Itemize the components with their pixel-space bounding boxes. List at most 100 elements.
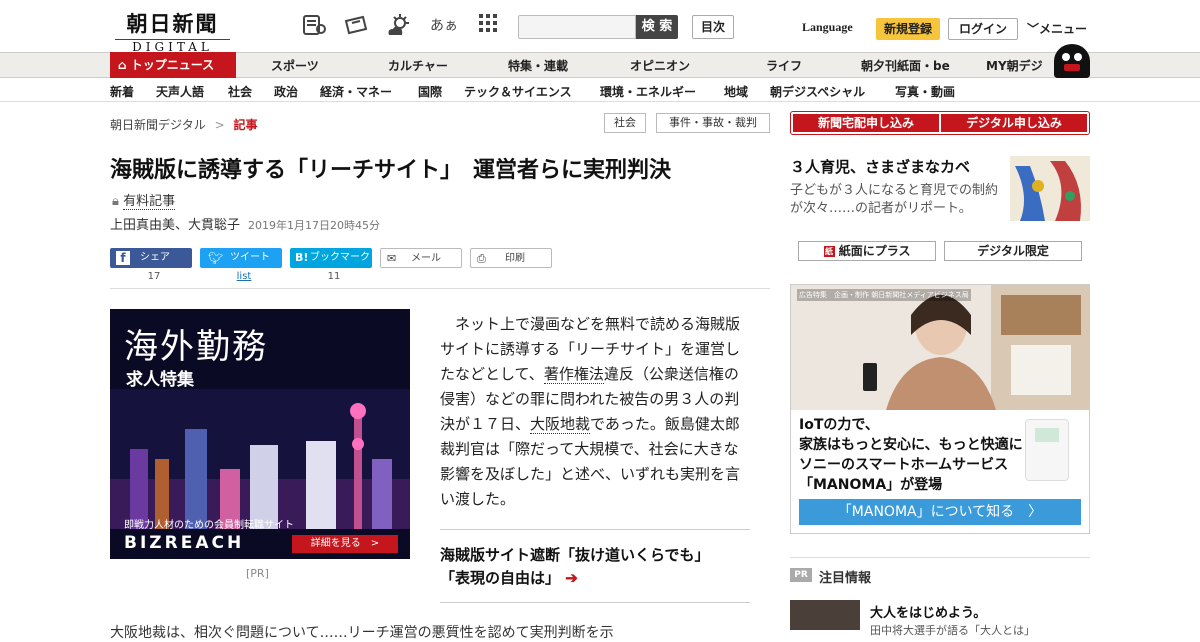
- nav-special[interactable]: 朝デジスペシャル: [770, 83, 865, 100]
- hatena-count: 11: [327, 271, 341, 282]
- twitter-share-label: ツイート: [230, 252, 270, 263]
- login-button[interactable]: ログイン: [948, 18, 1018, 40]
- ad-left-more-button[interactable]: 詳細を見る >: [292, 535, 398, 553]
- logo-jp: 朝日新聞: [126, 11, 219, 36]
- ad-left-brand: BIZREACH: [124, 533, 245, 553]
- mail-icon: ✉: [387, 252, 397, 265]
- byline: 上田真由美、大貫聡子 2019年1月17日20時45分: [110, 214, 380, 233]
- newspaper-icon[interactable]: [300, 13, 328, 39]
- pr-thumbnail[interactable]: [790, 600, 860, 630]
- nav-tensei[interactable]: 天声人語: [156, 83, 204, 100]
- twitter-icon: 🐦︎: [208, 251, 224, 265]
- nav-international[interactable]: 国際: [418, 83, 442, 100]
- nav-culture[interactable]: カルチャー: [388, 57, 448, 74]
- nav-society[interactable]: 社会: [228, 83, 252, 100]
- language-link[interactable]: Language: [802, 20, 853, 35]
- twitter-share-button[interactable]: 🐦︎ ツイート: [200, 248, 282, 268]
- divider: [440, 602, 750, 603]
- tag-incidents[interactable]: 事件・事故・裁判: [656, 113, 770, 133]
- nav-sports[interactable]: スポーツ: [271, 57, 319, 74]
- divider: [790, 557, 1090, 558]
- manoma-cta-button[interactable]: 「MANOMA」について知る 〉: [799, 499, 1081, 525]
- breadcrumb-home[interactable]: 朝日新聞デジタル: [110, 118, 206, 132]
- device-image: [1025, 419, 1069, 481]
- search-input[interactable]: [518, 15, 636, 39]
- nav-top-news-label: トップニュース: [130, 58, 215, 72]
- digital-apply-button[interactable]: デジタル申し込み: [941, 114, 1087, 132]
- article-body-continued: 大阪地裁は、相次ぐ問題について……リーチ運営の悪質性を認めて実刑判断を示: [110, 625, 614, 641]
- nav-my-asahi[interactable]: MY朝デジ: [986, 57, 1043, 74]
- paid-article-text[interactable]: 有料記事: [123, 194, 176, 210]
- mascot-eye: [1074, 53, 1082, 61]
- twitter-count[interactable]: list: [229, 271, 259, 282]
- osaka-court-link[interactable]: 大阪地裁: [530, 415, 591, 434]
- print-label: 印刷: [505, 253, 525, 264]
- menu-label: メニュー: [1039, 22, 1088, 36]
- print-icon: ⎙: [477, 252, 486, 265]
- hatena-bookmark-button[interactable]: B! ブックマーク: [290, 248, 372, 268]
- nav-life[interactable]: ライフ: [766, 57, 802, 74]
- hatena-icon: B!: [295, 251, 309, 264]
- nav-region[interactable]: 地域: [724, 83, 748, 100]
- ad-right-copy: IoTの力で、 家族はもっと安心に、もっと快適に ソニーのスマートホームサービス…: [799, 415, 1023, 495]
- coupon-icon[interactable]: [342, 13, 370, 39]
- nav-opinion[interactable]: オピニオン: [630, 57, 690, 74]
- mail-label: メール: [411, 253, 441, 264]
- nav-environment[interactable]: 環境・エネルギー: [600, 83, 696, 100]
- nav-latest[interactable]: 新着: [110, 83, 134, 100]
- digital-only-button[interactable]: デジタル限定: [944, 241, 1082, 261]
- paper-plus-button[interactable]: 紙 紙面にプラス: [798, 241, 936, 261]
- menu-button[interactable]: ﹀メニュー: [1027, 20, 1087, 37]
- search-button[interactable]: 検 索: [636, 15, 678, 39]
- delivery-apply-button[interactable]: 新聞宅配申し込み: [793, 114, 939, 132]
- subscription-cta: 新聞宅配申し込み デジタル申し込み: [790, 111, 1090, 135]
- related-line-1: 海賊版サイト遮断「抜け道いくらでも」: [440, 546, 710, 564]
- breadcrumb-separator: >: [214, 118, 225, 132]
- mail-button[interactable]: ✉ メール: [380, 248, 462, 268]
- mascot-icon[interactable]: [1054, 44, 1090, 78]
- ad-copy-line: IoTの力で、: [799, 417, 879, 433]
- manoma-ad[interactable]: 広告特集 企画・制作 朝日新聞社メディアビジネス局 IoTの力で、 家族はもっと…: [790, 284, 1090, 534]
- copyright-law-link[interactable]: 著作権法: [543, 365, 604, 384]
- pr-label: [PR]: [246, 567, 269, 580]
- night-city-image: [110, 389, 410, 529]
- nav-politics[interactable]: 政治: [274, 83, 298, 100]
- toc-button[interactable]: 目次: [692, 15, 734, 39]
- weather-icon[interactable]: [385, 13, 413, 39]
- grid-menu-icon[interactable]: [474, 13, 502, 39]
- nav-top-news[interactable]: ⌂ トップニュース: [110, 52, 236, 78]
- divider: [440, 529, 750, 530]
- logo[interactable]: 朝日新聞 DIGITAL: [115, 8, 230, 54]
- pr-badge: PR: [790, 568, 812, 582]
- breadcrumb: 朝日新聞デジタル > 記事: [110, 116, 258, 133]
- nav-features[interactable]: 特集・連載: [508, 57, 568, 74]
- mascot-eye: [1062, 53, 1070, 61]
- divider: [110, 288, 770, 289]
- pr-title[interactable]: 大人をはじめよう。: [870, 602, 986, 621]
- publish-date: 2019年1月17日20時45分: [248, 219, 380, 232]
- attention-heading: 注目情報: [819, 571, 872, 586]
- nav-photo[interactable]: 写真・動画: [895, 83, 955, 100]
- tag-society[interactable]: 社会: [604, 113, 646, 133]
- register-button[interactable]: 新規登録: [876, 18, 940, 40]
- ad-copy-line: ソニーのスマートホームサービス: [799, 457, 1009, 473]
- bizreach-ad[interactable]: 海外勤務 求人特集 即戦力人材のための会員制転職サイト BIZREACH 詳細を…: [110, 309, 410, 559]
- secondary-nav: 新着 天声人語 社会 政治 経済・マネー 国際 テック＆サイエンス 環境・エネル…: [0, 78, 1200, 102]
- pr-subtitle: 田中将大選手が語る「大人とは」: [870, 624, 1035, 637]
- device-screen: [1035, 428, 1059, 442]
- nav-economy[interactable]: 経済・マネー: [320, 83, 392, 100]
- header: 朝日新聞 DIGITAL あぁ 検 索 目次 Language 新規登録 ログイ…: [0, 0, 1200, 54]
- ad-right-header: 広告特集 企画・制作 朝日新聞社メディアビジネス局: [797, 289, 971, 301]
- hatena-label: ブックマーク: [310, 252, 370, 263]
- print-button[interactable]: ⎙ 印刷: [470, 248, 552, 268]
- font-size-icon[interactable]: あぁ: [430, 13, 458, 39]
- article-body: ネット上で漫画などを無料で読める海賊版サイトに誘導する「リーチサイト」を運営した…: [440, 312, 750, 512]
- nav-tech[interactable]: テック＆サイエンス: [464, 83, 572, 100]
- feature-image[interactable]: [1010, 156, 1090, 221]
- nav-paper[interactable]: 朝夕刊紙面・be: [861, 57, 950, 74]
- facebook-share-button[interactable]: f シェア: [110, 248, 192, 268]
- feature-title[interactable]: ３人育児、さまざまなカベ: [790, 156, 970, 177]
- related-article-link[interactable]: 海賊版サイト遮断「抜け道いくらでも」 「表現の自由は」 ➔: [440, 544, 760, 590]
- paper-icon: 紙: [823, 246, 835, 257]
- paid-article-label: 🔒︎ 有料記事: [112, 190, 176, 210]
